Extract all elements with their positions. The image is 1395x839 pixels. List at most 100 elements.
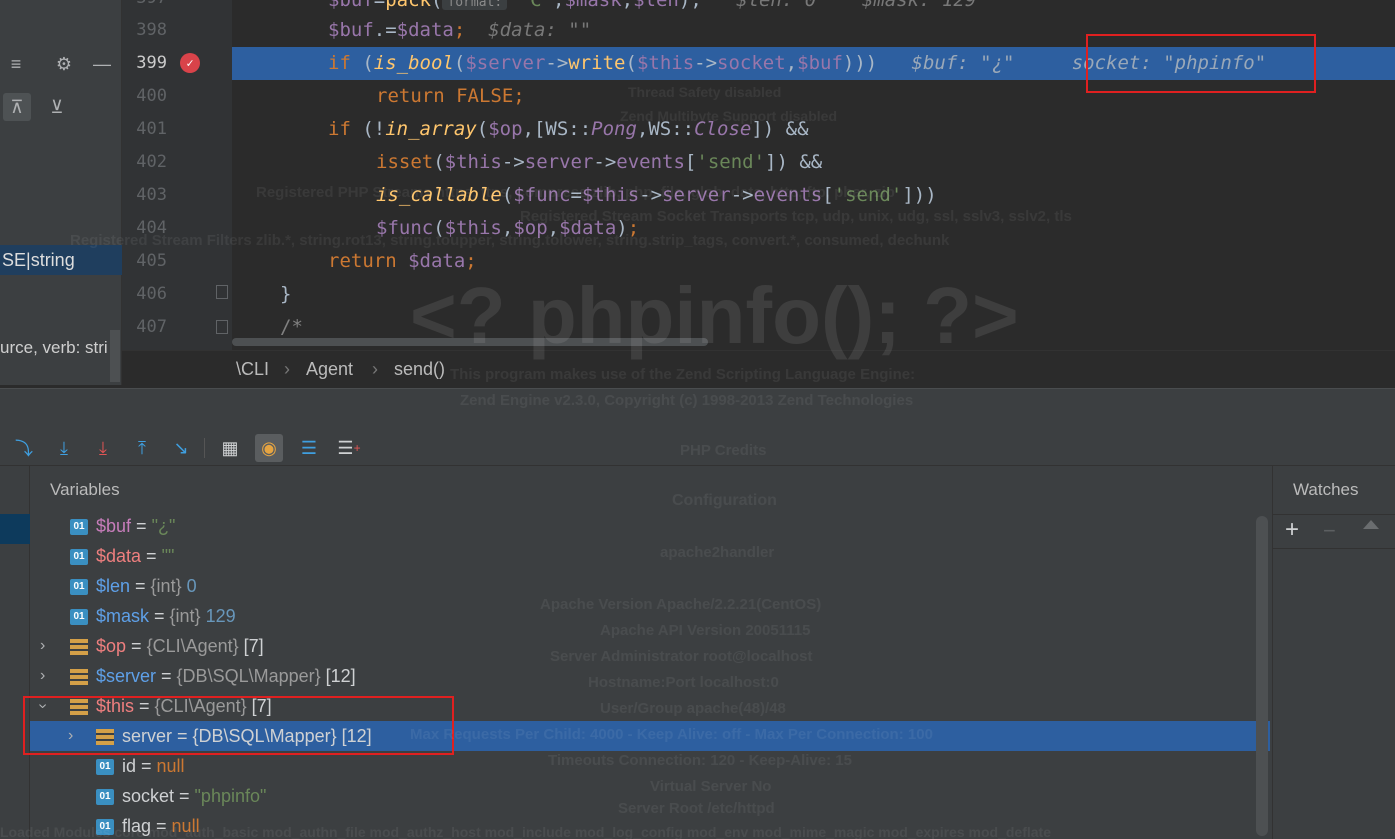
editor-horizontal-scrollbar[interactable] — [232, 338, 708, 346]
breadcrumb-item-namespace[interactable]: \CLI — [236, 359, 269, 380]
var-eq: = — [149, 606, 170, 626]
var-value: "phpinfo" — [194, 786, 267, 806]
watches-header-divider — [1273, 514, 1395, 515]
var-eq: = — [141, 546, 162, 566]
var-name: $data — [96, 546, 142, 566]
expand-chevron-icon[interactable]: › — [40, 661, 45, 691]
variable-row[interactable]: 01 id = null — [30, 751, 1270, 781]
var-type: {CLI\Agent} — [146, 636, 244, 656]
show-values-icon[interactable]: ◉ — [255, 434, 283, 462]
line-number: 403 — [136, 185, 167, 205]
line-number: 399 — [136, 53, 167, 73]
var-value: "" — [161, 546, 175, 566]
ordered-list-icon[interactable]: ☰ — [295, 434, 323, 462]
force-step-into-icon[interactable]: ⤓ — [89, 434, 117, 462]
step-over-icon[interactable]: ⤵ — [10, 434, 38, 462]
var-value: 0 — [186, 576, 197, 596]
fold-marker-icon[interactable] — [216, 285, 228, 299]
var-value: [12] — [325, 666, 356, 686]
variable-row[interactable]: 01 flag = null — [30, 811, 1270, 839]
var-eq: = — [136, 756, 157, 776]
line-number: 402 — [136, 152, 167, 172]
expand-chevron-icon[interactable]: › — [40, 631, 45, 661]
var-name: flag — [122, 816, 152, 836]
remove-watch-icon[interactable]: − — [1323, 518, 1336, 544]
object-field-icon: 01 — [70, 609, 88, 626]
var-eq: = — [156, 666, 177, 686]
watches-toolbar-divider — [1273, 548, 1395, 549]
code-line-403: is_callable($func=$this->server->events[… — [376, 184, 937, 206]
variable-row[interactable]: 01 socket = "phpinfo" — [30, 781, 1270, 811]
object-field-icon: 01 — [70, 549, 88, 566]
variable-row[interactable]: › $server = {DB\SQL\Mapper} [12] — [30, 661, 1270, 691]
code-line-405: return $data; — [328, 250, 477, 272]
scroll-to-source-icon[interactable]: ⊻ — [43, 93, 71, 121]
frames-selected-row[interactable] — [0, 514, 30, 544]
code-line-402: isset($this->server->events['send']) && — [376, 151, 823, 173]
watches-panel: Watches + − — [1272, 466, 1395, 839]
breadcrumb-item-class[interactable]: Agent — [306, 359, 353, 380]
add-watch-icon[interactable]: + — [1285, 516, 1299, 544]
run-to-cursor-icon[interactable]: ↘ — [167, 434, 195, 462]
variables-title: Variables — [50, 480, 120, 499]
var-eq: = — [151, 816, 172, 836]
variable-row[interactable]: 01 $len = {int} 0 — [30, 571, 1270, 601]
var-name: id — [122, 756, 137, 776]
var-name: $buf — [96, 516, 132, 536]
collapse-all-icon[interactable]: ≡ — [2, 50, 30, 78]
object-field-icon: 01 — [70, 579, 88, 596]
var-eq: = — [174, 786, 195, 806]
breakpoint-icon[interactable]: ✓ — [180, 53, 200, 73]
var-value: [7] — [243, 636, 264, 656]
object-field-icon: 01 — [70, 519, 88, 536]
annotation-box-this-server — [23, 696, 454, 755]
line-number: 406 — [136, 284, 167, 304]
tooltip-fragment-type: SE|string — [0, 245, 122, 275]
variable-row[interactable]: › $op = {CLI\Agent} [7] — [30, 631, 1270, 661]
frames-panel — [0, 466, 30, 839]
var-value: null — [156, 756, 185, 776]
var-type: {DB\SQL\Mapper} — [176, 666, 326, 686]
code-line-404: $func($this,$op,$data); — [376, 217, 640, 239]
code-line-401: if (!in_array($op,[WS::Pong,WS::Close]) … — [328, 118, 809, 140]
line-number: 397 — [122, 0, 167, 8]
editor-gutter: 397 398 399 400 401 402 403 404 405 406 … — [122, 0, 232, 350]
left-panel-scrollbar[interactable] — [110, 330, 120, 382]
debug-toolbar: ⤵ ⤓ ⤓ ⤒ ↘ ▦ ◉ ☰ ☰ + — [0, 430, 1395, 466]
object-field-icon: 01 — [96, 759, 114, 776]
step-into-icon[interactable]: ⤓ — [50, 434, 78, 462]
breadcrumb-item-method[interactable]: send() — [394, 359, 445, 380]
var-name: socket — [122, 786, 175, 806]
add-watch-list-icon[interactable]: ☰ + — [335, 434, 363, 462]
variable-row[interactable]: 01 $mask = {int} 129 — [30, 601, 1270, 631]
annotation-box-socket-hint — [1086, 34, 1316, 93]
var-name: $op — [96, 636, 127, 656]
left-tool-panel: ≡ ⚙ — ⊼ ⊻ SE|string urce, verb: stri — [0, 0, 122, 385]
var-eq: = — [131, 516, 152, 536]
settings-gear-icon[interactable]: ⚙ — [50, 50, 78, 78]
var-type: {int} — [169, 606, 206, 626]
breadcrumb-separator: › — [284, 359, 290, 379]
variable-row[interactable]: 01 $data = "" — [30, 541, 1270, 571]
var-value: 129 — [205, 606, 236, 626]
var-value: "¿" — [151, 516, 176, 536]
variables-panel: Variables 01 $buf = "¿" 01 $data = "" 01 $l… — [30, 466, 1272, 839]
var-name: $len — [96, 576, 131, 596]
toolbar-separator — [204, 438, 205, 458]
debug-tab-bar — [0, 388, 1395, 430]
move-up-icon[interactable] — [1363, 520, 1379, 529]
variable-row[interactable]: 01 $buf = "¿" — [30, 511, 1270, 541]
step-out-icon[interactable]: ⤒ — [128, 434, 156, 462]
line-number: 407 — [136, 317, 167, 337]
scroll-from-source-icon[interactable]: ⊼ — [3, 93, 31, 121]
array-icon — [70, 639, 88, 656]
var-eq: = — [126, 636, 147, 656]
breadcrumb: \CLI › Agent › send() — [122, 350, 1395, 388]
watches-title: Watches — [1293, 480, 1359, 499]
evaluate-expression-icon[interactable]: ▦ — [216, 434, 244, 462]
minimize-icon[interactable]: — — [88, 50, 116, 78]
variables-scrollbar[interactable] — [1256, 516, 1268, 836]
tooltip-fragment-signature: urce, verb: stri — [0, 338, 108, 357]
fold-marker-icon[interactable] — [216, 320, 228, 334]
line-number: 400 — [136, 86, 167, 106]
